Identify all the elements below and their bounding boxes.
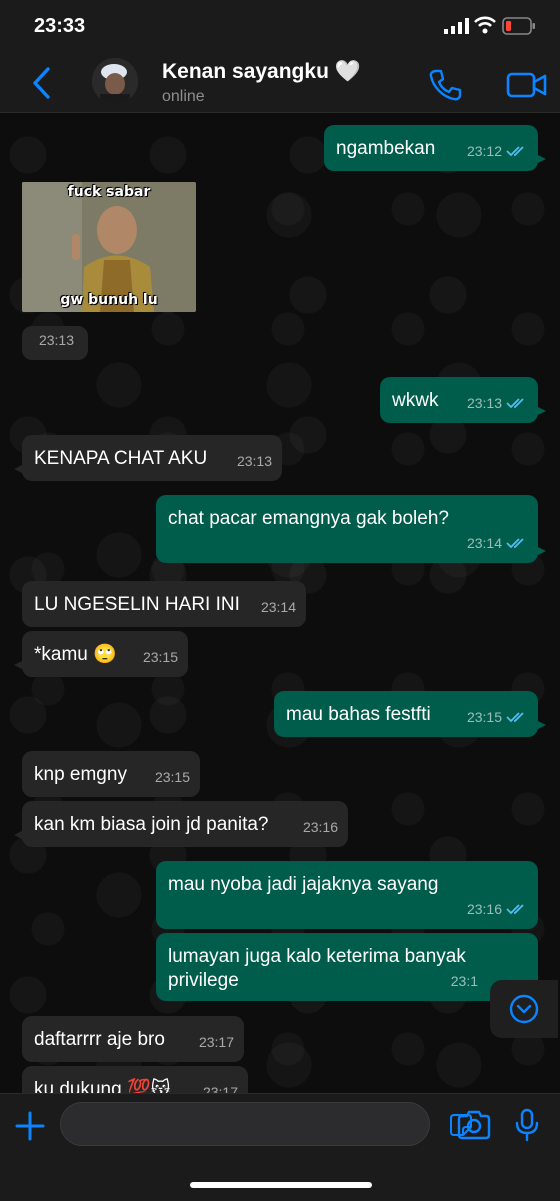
message-time: 23:15 xyxy=(142,649,178,665)
signal-icon xyxy=(444,18,469,34)
read-ticks-icon xyxy=(506,146,524,157)
message-text: *kamu 🙄 xyxy=(34,644,117,665)
message-input[interactable] xyxy=(75,1111,379,1139)
message-time: 23:14 xyxy=(466,535,502,551)
message-outgoing[interactable]: wkwk 23:13 xyxy=(380,377,546,423)
message-time: 23:16 xyxy=(302,819,338,835)
message-time: 23:15 xyxy=(154,769,190,785)
status-bar: 23:33 xyxy=(0,0,560,52)
read-ticks-icon xyxy=(506,904,524,915)
message-outgoing[interactable]: lumayan juga kalo keterima banyak privil… xyxy=(156,933,546,1001)
message-meta: 23:16 xyxy=(467,897,528,921)
message-time: 23:17 xyxy=(202,1084,238,1093)
message-text: mau bahas festfti xyxy=(286,704,431,725)
message-text: daftarrrr aje bro xyxy=(34,1029,165,1050)
message-incoming[interactable]: knp emgny 23:15 xyxy=(22,751,200,797)
video-call-icon[interactable] xyxy=(506,70,548,100)
contact-avatar[interactable] xyxy=(92,58,138,104)
message-incoming[interactable]: LU NGESELIN HARI INI 23:14 xyxy=(22,581,306,627)
home-indicator xyxy=(190,1182,372,1188)
status-time: 23:33 xyxy=(34,15,86,37)
message-text: wkwk xyxy=(392,390,439,411)
message-meta: 23:12 xyxy=(467,139,528,163)
chevron-down-icon xyxy=(509,994,539,1024)
message-time: 23:16 xyxy=(466,901,502,917)
chat-header: Kenan sayangku 🤍 online xyxy=(0,52,560,113)
message-incoming[interactable]: kan km biasa join jd panita? 23:16 xyxy=(14,801,348,847)
contact-status: online xyxy=(162,88,205,105)
read-ticks-icon xyxy=(506,712,524,723)
message-text: KENAPA CHAT AKU xyxy=(34,448,208,469)
image-message[interactable]: fuck sabar gw bunuh lu xyxy=(22,182,196,312)
message-text: knp emgny xyxy=(34,764,127,785)
image-caption-top: fuck sabar xyxy=(67,184,151,200)
composer-bar xyxy=(0,1093,560,1201)
message-meta: 23:15 xyxy=(467,705,528,729)
message-incoming[interactable]: *kamu 🙄 23:15 xyxy=(14,631,188,677)
message-list[interactable]: ngambekan 23:12 fuck sabar gw bunuh lu 2… xyxy=(0,113,560,1093)
message-meta: 23:14 xyxy=(467,531,528,555)
image-caption-bottom: gw bunuh lu xyxy=(60,292,158,308)
message-text: kan km biasa join jd panita? xyxy=(34,814,269,835)
phone-icon[interactable] xyxy=(428,68,462,102)
wifi-icon xyxy=(474,16,496,34)
message-outgoing[interactable]: mau bahas festfti 23:15 xyxy=(274,691,546,737)
microphone-icon[interactable] xyxy=(514,1108,540,1142)
read-ticks-icon xyxy=(506,538,524,549)
message-text: ku dukung 💯😽 xyxy=(34,1079,171,1093)
message-time: 23:14 xyxy=(260,599,296,615)
camera-icon[interactable] xyxy=(456,1110,492,1140)
back-chevron-icon[interactable] xyxy=(30,66,52,100)
message-time: 23:12 xyxy=(466,143,502,159)
message-time: 23:17 xyxy=(198,1034,234,1050)
battery-icon xyxy=(502,17,535,35)
message-text: ngambekan xyxy=(336,138,436,159)
message-outgoing[interactable]: chat pacar emangnya gak boleh? 23:14 xyxy=(156,495,546,563)
read-ticks-icon xyxy=(506,398,524,409)
message-time: 23:13 xyxy=(466,395,502,411)
message-incoming[interactable]: daftarrrr aje bro 23:17 xyxy=(22,1016,244,1062)
message-outgoing[interactable]: ngambekan 23:12 xyxy=(324,125,546,171)
plus-icon[interactable] xyxy=(14,1110,46,1142)
message-text: mau nyoba jadi jajaknya sayang xyxy=(168,874,439,895)
message-time: 23:13 xyxy=(38,332,74,348)
message-incoming[interactable]: KENAPA CHAT AKU 23:13 xyxy=(14,435,282,481)
message-time: 23:1 xyxy=(450,973,478,989)
message-time: 23:13 xyxy=(236,453,272,469)
scroll-to-bottom-button[interactable] xyxy=(490,980,558,1038)
message-meta: 23:13 xyxy=(467,391,528,415)
image-message-time-bubble: 23:13 xyxy=(22,326,88,360)
message-input-field[interactable] xyxy=(60,1102,472,1146)
message-incoming[interactable]: ku dukung 💯😽 23:17 xyxy=(22,1066,248,1093)
message-text: LU NGESELIN HARI INI xyxy=(34,594,240,615)
message-time: 23:15 xyxy=(466,709,502,725)
message-outgoing[interactable]: mau nyoba jadi jajaknya sayang 23:16 xyxy=(156,861,538,929)
contact-name[interactable]: Kenan sayangku 🤍 xyxy=(162,60,361,84)
message-text: chat pacar emangnya gak boleh? xyxy=(168,508,449,529)
